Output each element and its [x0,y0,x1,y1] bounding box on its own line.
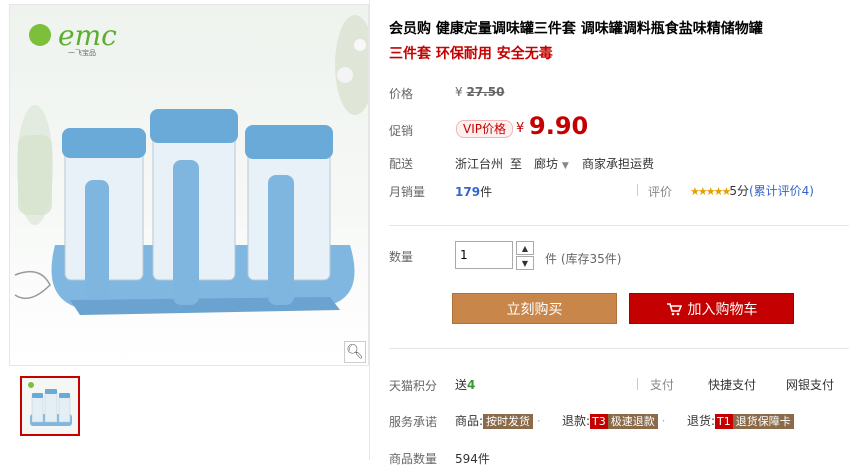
goods-count-value: 594件 [455,452,490,466]
thumbnail-image [28,382,72,426]
svg-text:emc: emc [58,19,117,52]
sales-count-value: 179 [455,185,481,199]
service-item-goods[interactable]: 商品: 按时发货 · [455,412,541,429]
promo-label: 促销 [389,124,414,138]
service-code-t1: T1 [715,414,733,429]
currency-symbol: ¥ [455,85,463,99]
service-code-t3: T3 [590,414,608,429]
cart-icon [666,302,682,315]
points-prefix: 送 [455,378,468,392]
add-to-cart-label: 加入购物车 [687,301,758,318]
service-item-refund[interactable]: 退款: T3 极速退款 · [562,412,665,429]
destination-value: 廊坊 [534,157,559,171]
product-gallery: emc 一飞宝品 🔍︎ [9,4,369,460]
section-divider [389,225,849,226]
divider [637,184,638,196]
service-tag-return-card: 退货保障卡 [732,414,794,429]
quantity-input[interactable] [455,241,513,269]
delivery-to-word: 至 [510,157,523,171]
points-label: 天猫积分 [389,379,438,393]
zoom-icon[interactable]: 🔍︎ [344,341,366,363]
shipping-info: 商家承担运费 [582,157,655,171]
original-price-value: 27.50 [466,85,505,99]
stock-count: (库存35件) [560,252,622,266]
payment-label: 支付 [650,378,675,392]
quantity-unit: 件 [545,252,558,266]
price-label: 价格 [389,87,414,101]
original-price: ¥ 27.50 [455,85,504,99]
column-divider [369,0,370,460]
delivery-label: 配送 [389,157,414,171]
brand-logo: emc 一飞宝品 [29,19,117,57]
delivery-from: 浙江台州 [455,157,504,171]
promo-price: 9.90 [529,112,589,140]
rating[interactable]: ★★★★★5分(累计评价4) [690,182,814,199]
jar-left [62,128,146,300]
product-subtitle: 三件套 环保耐用 安全无毒 [389,46,553,62]
service-prefix: 退货: [687,414,716,428]
service-label: 服务承诺 [389,415,438,429]
sales-unit: 件 [480,185,493,199]
quantity-increase-button[interactable]: ▲ [516,241,534,255]
destination-dropdown[interactable]: 廊坊 ▼ [534,155,569,172]
chevron-down-icon: ▼ [561,161,569,171]
payment-option-express[interactable]: 快捷支付 [708,376,756,393]
vip-badge: VIP价格 [456,120,513,138]
add-to-cart-button[interactable]: 加入购物车 [629,293,794,324]
rating-score: 5分 [729,184,749,198]
rating-label: 评价 [648,185,673,199]
stock-info: 件 (库存35件) [545,250,621,267]
review-count-link[interactable]: (累计评价4) [749,184,814,198]
service-prefix: 退款: [562,414,591,428]
thumbnail-1[interactable] [20,376,80,436]
payment-option-bank[interactable]: 网银支付 [786,376,834,393]
jar-right [245,125,333,305]
points-amount: 4 [467,378,476,392]
points-value: 送4 [455,376,475,393]
service-tag-ontime: 按时发货 [483,414,534,429]
service-item-return[interactable]: 退货: T1 退货保障卡 [687,412,794,429]
service-prefix: 商品: [455,414,484,428]
svg-text:一飞宝品: 一飞宝品 [68,48,96,57]
product-main-image[interactable]: emc 一飞宝品 🔍︎ [9,4,369,366]
goods-count-label: 商品数量 [389,452,438,466]
quantity-label: 数量 [389,250,414,264]
section-divider-2 [389,348,849,349]
sales-count: 179件 [455,183,492,200]
divider [637,378,638,390]
product-photo: emc 一飞宝品 [14,15,368,315]
promo-currency: ¥ [516,121,525,136]
buy-now-button[interactable]: 立刻购买 [452,293,617,324]
product-title: 会员购 健康定量调味罐三件套 调味罐调料瓶食盐味精储物罐 [389,21,763,37]
quantity-decrease-button[interactable]: ▼ [516,256,534,270]
sales-label: 月销量 [389,185,426,199]
jar-middle [150,109,238,305]
service-tag-fast-refund: 极速退款 [607,414,658,429]
star-rating-icon: ★★★★★ [690,185,731,198]
